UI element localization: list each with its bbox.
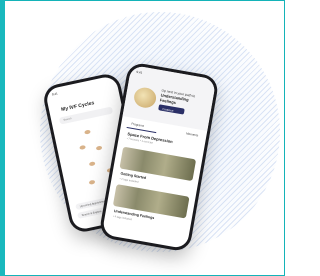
search-placeholder: Search (63, 117, 72, 122)
status-time: 9:41 (136, 69, 143, 75)
tab-programs[interactable]: Programs (131, 122, 145, 128)
seed-icon (88, 161, 96, 167)
seed-icon (79, 144, 86, 151)
accent-bar (0, 0, 5, 276)
seed-icon (88, 179, 96, 185)
continue-button-label: Continue (162, 106, 174, 113)
tab-moments[interactable]: Moments (186, 131, 199, 137)
seed-icon (95, 145, 103, 151)
status-time: 9:41 (51, 91, 59, 97)
seed-icon (84, 129, 91, 135)
hero-image (132, 85, 158, 110)
list-item-label: Search & Explore (81, 209, 102, 217)
